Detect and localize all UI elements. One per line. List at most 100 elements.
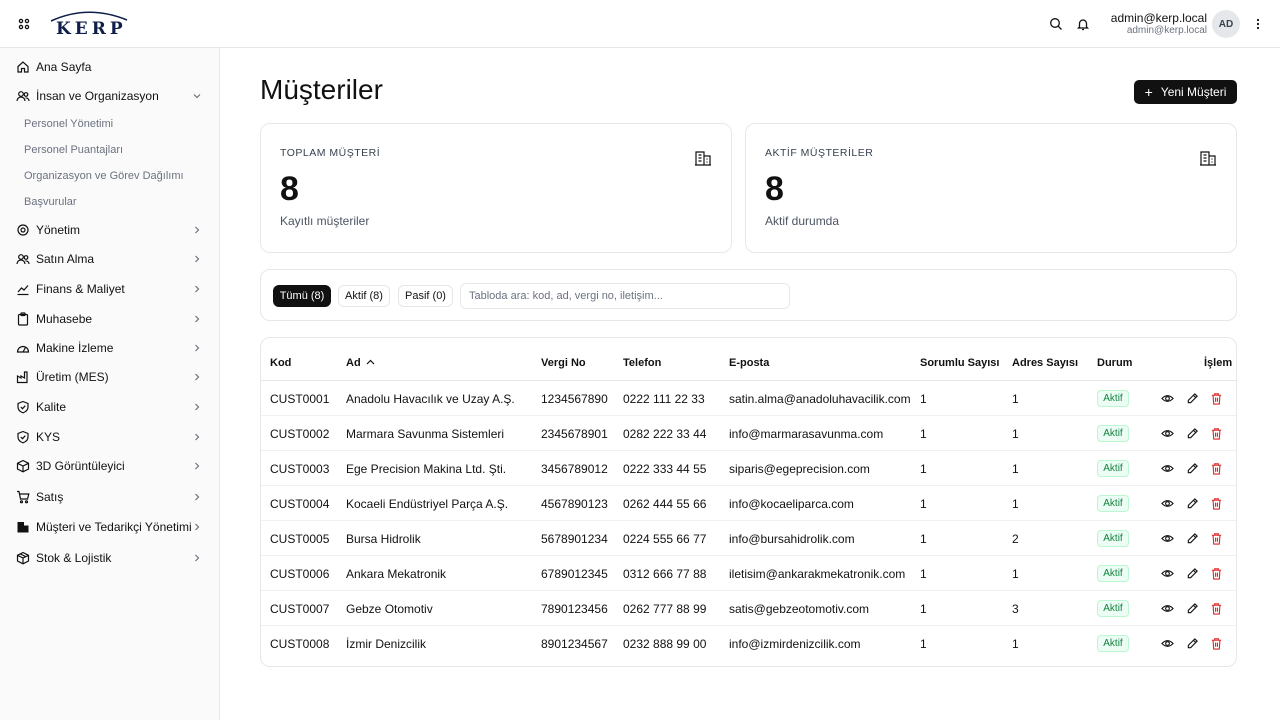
sidebar-item-muhasebe[interactable]: Muhasebe [8, 305, 212, 333]
sidebar-item-yonetim[interactable]: Yönetim [8, 216, 212, 244]
shield-icon [16, 430, 30, 444]
delete-icon[interactable] [1209, 496, 1223, 510]
sidebar-item-satin-alma[interactable]: Satın Alma [8, 245, 212, 273]
sidebar-item-satis[interactable]: Satış [8, 483, 212, 511]
cell-kod: CUST0005 [270, 532, 330, 546]
edit-icon[interactable] [1185, 496, 1199, 510]
table-row[interactable]: CUST0005 Bursa Hidrolik 5678901234 0224 555… [261, 521, 1236, 556]
edit-icon[interactable] [1185, 391, 1199, 405]
gauge-icon [16, 341, 30, 355]
top-bar: KERP admin@kerp.local admin@kerp.local A… [0, 0, 1280, 48]
cell-vergi-no: 6789012345 [541, 567, 608, 581]
sidebar-item-finans[interactable]: Finans & Maliyet [8, 275, 212, 303]
cell-vergi-no: 2345678901 [541, 427, 608, 441]
delete-icon[interactable] [1209, 391, 1223, 405]
edit-icon[interactable] [1185, 636, 1199, 650]
delete-icon[interactable] [1209, 636, 1223, 650]
delete-icon[interactable] [1209, 426, 1223, 440]
view-icon[interactable] [1160, 496, 1174, 510]
view-icon[interactable] [1160, 636, 1174, 650]
view-icon[interactable] [1160, 601, 1174, 615]
filter-chip-active[interactable]: Aktif (8) [338, 285, 390, 307]
column-header-islem: İşlem [1204, 357, 1233, 369]
sidebar-item-insan-organizasyon[interactable]: İnsan ve Organizasyon [8, 82, 212, 110]
view-icon[interactable] [1160, 566, 1174, 580]
status-badge: Aktif [1097, 530, 1129, 547]
column-header-durum[interactable]: Durum [1097, 357, 1132, 369]
edit-icon[interactable] [1185, 601, 1199, 615]
page-title: Müşteriler [260, 74, 383, 105]
cell-kod: CUST0001 [270, 392, 330, 406]
cell-telefon: 0262 444 55 66 [623, 497, 707, 511]
status-badge: Aktif [1097, 600, 1129, 617]
cell-sorumlu-sayisi: 1 [920, 497, 927, 511]
table-row[interactable]: CUST0007 Gebze Otomotiv 7890123456 0262 777… [261, 591, 1236, 626]
filter-chip-all[interactable]: Tümü (8) [273, 285, 331, 307]
edit-icon[interactable] [1185, 461, 1199, 475]
sidebar-item-stok-lojistik[interactable]: Stok & Lojistik [8, 544, 212, 572]
table-row[interactable]: CUST0002 Marmara Savunma Sistemleri 234567… [261, 416, 1236, 451]
filter-chip-passive[interactable]: Pasif (0) [398, 285, 453, 307]
sidebar-item-makine-izleme[interactable]: Makine İzleme [8, 334, 212, 362]
more-vertical-icon[interactable] [1250, 14, 1266, 34]
view-icon[interactable] [1160, 461, 1174, 475]
column-header-adres-sayisi[interactable]: Adres Sayısı [1012, 357, 1078, 369]
search-icon[interactable] [1046, 14, 1066, 34]
delete-icon[interactable] [1209, 566, 1223, 580]
table-row[interactable]: CUST0006 Ankara Mekatronik 6789012345 0312 … [261, 556, 1236, 591]
column-header-sorumlu-sayisi[interactable]: Sorumlu Sayısı [920, 357, 999, 369]
column-header-vergi-no[interactable]: Vergi No [541, 357, 586, 369]
sidebar-item-3d-goruntuleyici[interactable]: 3D Görüntüleyici [8, 452, 212, 480]
factory-icon [16, 370, 30, 384]
bell-icon[interactable] [1073, 14, 1093, 34]
cell-kod: CUST0002 [270, 427, 330, 441]
view-icon[interactable] [1160, 531, 1174, 545]
sidebar-item-ana-sayfa[interactable]: Ana Sayfa [8, 53, 212, 81]
table-row[interactable]: CUST0003 Ege Precision Makina Ltd. Şti. 34… [261, 451, 1236, 486]
table-row[interactable]: CUST0004 Kocaeli Endüstriyel Parça A.Ş. 45… [261, 486, 1236, 521]
sidebar-subitem-organizasyon[interactable]: Organizasyon ve Görev Dağılımı [16, 165, 212, 187]
edit-icon[interactable] [1185, 566, 1199, 580]
delete-icon[interactable] [1209, 601, 1223, 615]
view-icon[interactable] [1160, 391, 1174, 405]
view-icon[interactable] [1160, 426, 1174, 440]
cell-telefon: 0224 555 66 77 [623, 532, 707, 546]
sidebar-subitem-personel-puantajlari[interactable]: Personel Puantajları [16, 139, 212, 161]
chevron-right-icon [195, 285, 200, 293]
edit-icon[interactable] [1185, 426, 1199, 440]
sidebar-subitem-basvurular[interactable]: Başvurular [16, 191, 212, 213]
column-header-ad[interactable]: Ad [346, 357, 375, 369]
cell-vergi-no: 4567890123 [541, 497, 608, 511]
apps-grid-icon[interactable] [14, 14, 34, 34]
column-header-kod[interactable]: Kod [270, 357, 291, 369]
cell-adres-sayisi: 1 [1012, 462, 1019, 476]
column-header-telefon[interactable]: Telefon [623, 357, 661, 369]
cell-eposta: info@bursahidrolik.com [729, 532, 855, 546]
stat-label: AKTİF MÜŞTERİLER [765, 147, 874, 159]
cell-ad: Ankara Mekatronik [346, 567, 447, 581]
cell-telefon: 0262 777 88 99 [623, 602, 707, 616]
trending-icon [16, 282, 30, 296]
sidebar-item-kys[interactable]: KYS [8, 423, 212, 451]
delete-icon[interactable] [1209, 531, 1223, 545]
stat-label: TOPLAM MÜŞTERİ [280, 147, 381, 159]
edit-icon[interactable] [1185, 531, 1199, 545]
sidebar-item-label: Stok & Lojistik [36, 551, 112, 565]
table-row[interactable]: CUST0008 İzmir Denizcilik 8901234567 0232 8… [261, 626, 1236, 661]
cell-kod: CUST0006 [270, 567, 330, 581]
kerp-logo[interactable]: KERP [48, 8, 130, 40]
delete-icon[interactable] [1209, 461, 1223, 475]
table-row[interactable]: CUST0001 Anadolu Havacılık ve Uzay A.Ş. 12… [261, 381, 1236, 416]
sidebar-item-musteri-tedarikci[interactable]: Müşteri ve Tedarikçi Yönetimi [8, 513, 212, 541]
avatar[interactable]: AD [1212, 10, 1240, 38]
chevron-right-icon [195, 315, 200, 323]
sidebar-item-uretim[interactable]: Üretim (MES) [8, 363, 212, 391]
cell-ad: Kocaeli Endüstriyel Parça A.Ş. [346, 497, 509, 511]
table-search-input[interactable] [460, 283, 790, 309]
sidebar-subitem-personel-yonetimi[interactable]: Personel Yönetimi [16, 113, 212, 135]
sidebar-item-kalite[interactable]: Kalite [8, 393, 212, 421]
column-header-eposta[interactable]: E-posta [729, 357, 769, 369]
new-customer-button[interactable]: + Yeni Müşteri [1134, 80, 1237, 104]
cell-sorumlu-sayisi: 1 [920, 637, 927, 651]
cell-eposta: satin.alma@anadoluhavacilik.com [729, 392, 911, 406]
